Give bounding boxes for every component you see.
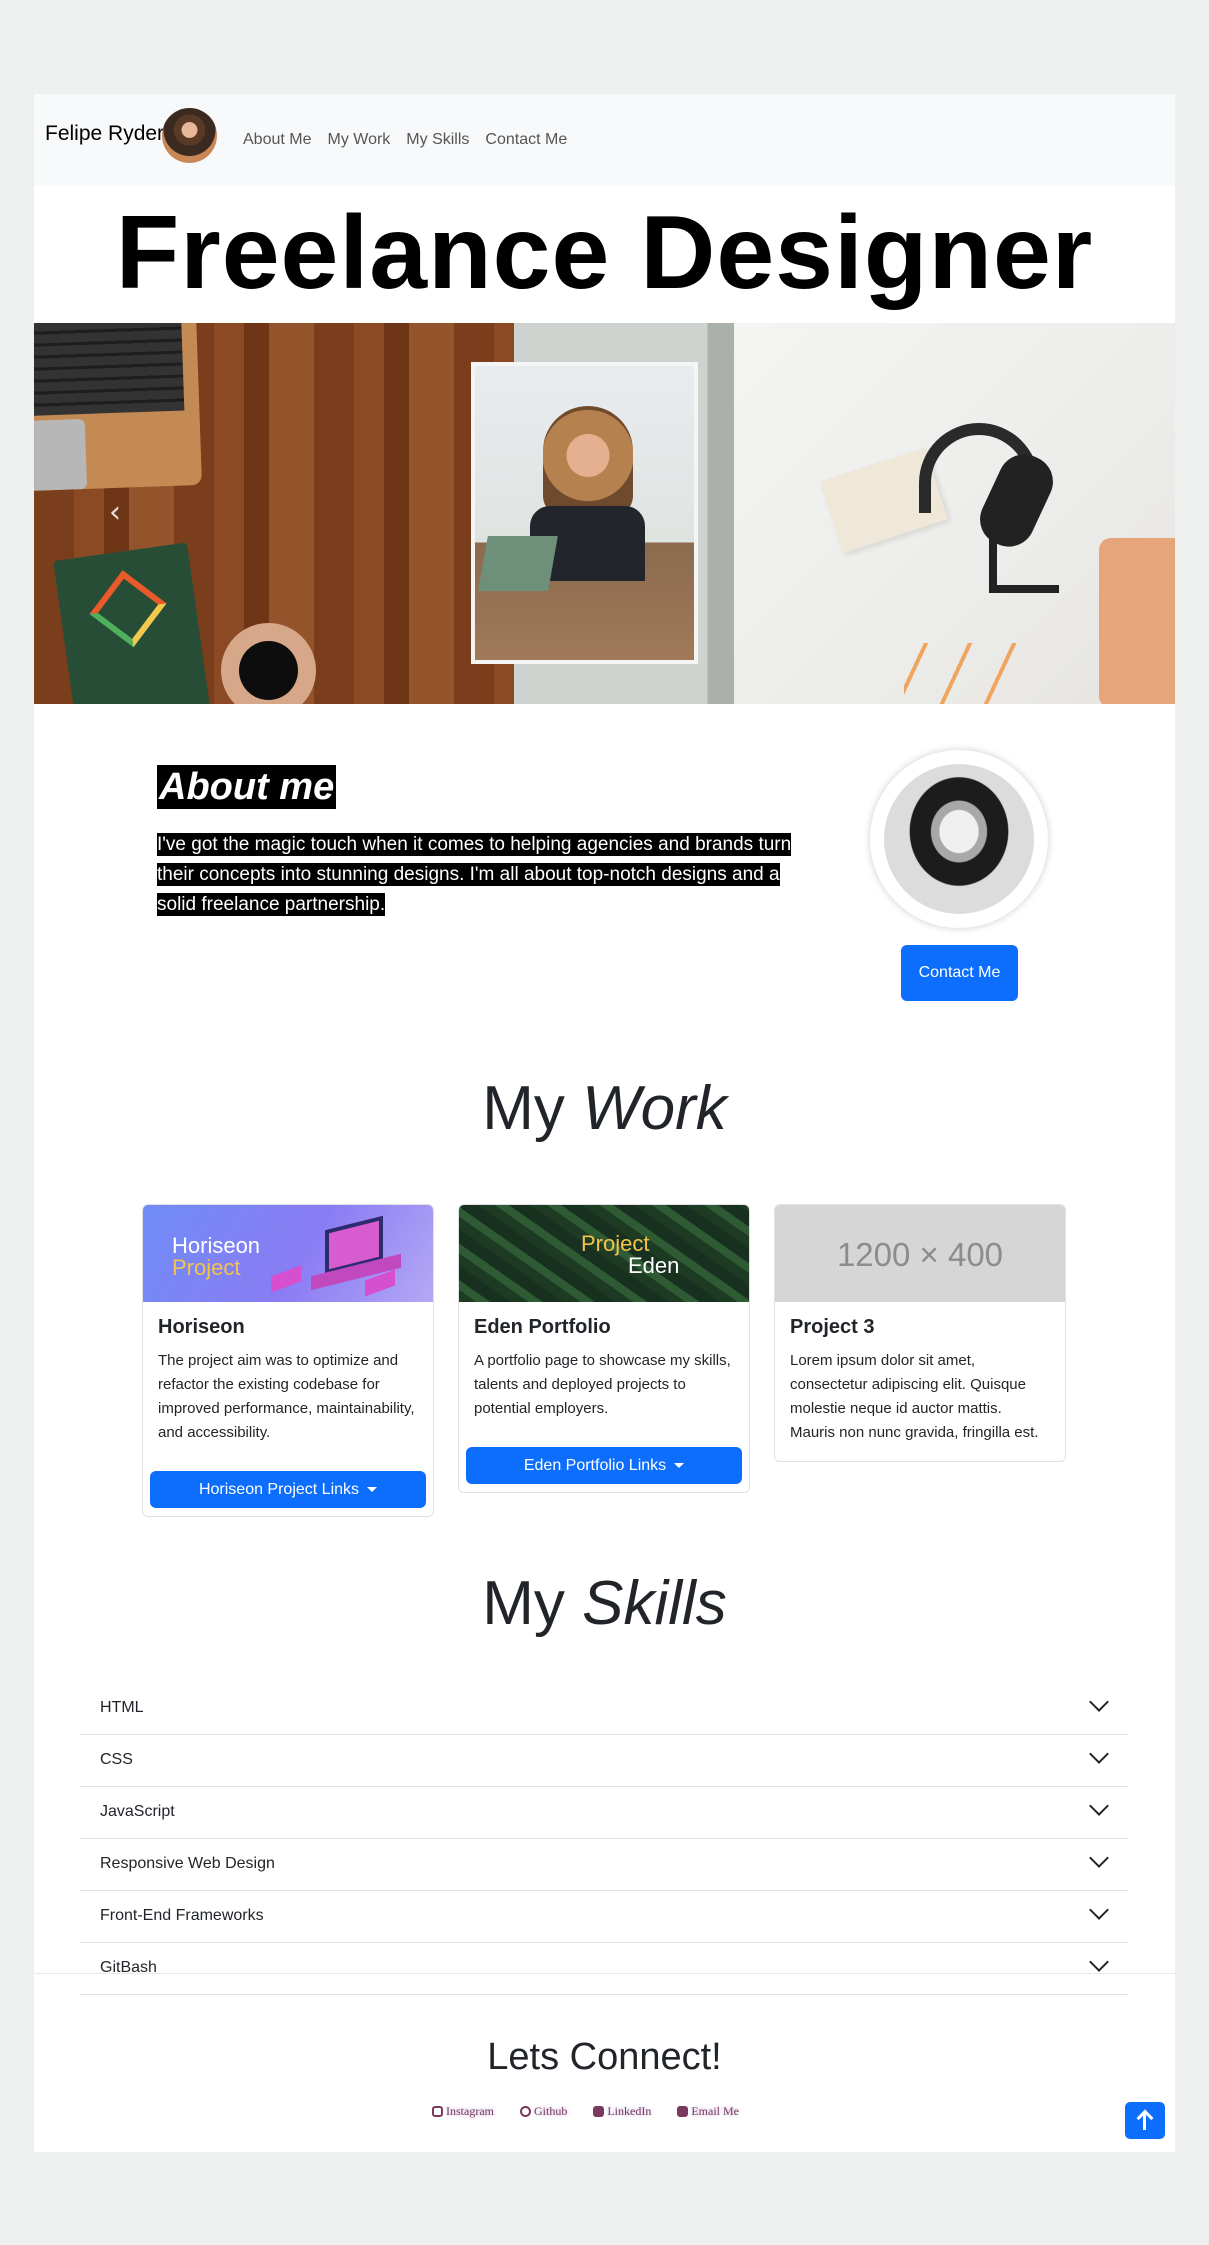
- skills-accordion: HTML CSS JavaScript Responsive Web Desig…: [80, 1683, 1128, 1995]
- envelope-icon: [677, 2106, 689, 2117]
- eden-card-image: Project Eden: [459, 1205, 749, 1302]
- hero-title: Freelance Designer: [115, 195, 1094, 311]
- laptop-image: [34, 323, 203, 492]
- connect-title: Lets Connect!: [487, 2036, 722, 2078]
- linkedin-icon: [593, 2106, 605, 2117]
- accordion-label: Responsive Web Design: [100, 1855, 275, 1872]
- horiseon-image-label-1: Horiseon: [172, 1233, 261, 1258]
- email-link[interactable]: Email Me: [677, 2104, 739, 2119]
- chevron-left-icon[interactable]: ‹: [109, 495, 121, 530]
- eden-image-label-2: Eden: [628, 1253, 680, 1278]
- horiseon-links-button[interactable]: Horiseon Project Links: [150, 1471, 426, 1508]
- project-card-3: 1200 × 400 Project 3 Lorem ipsum dolor s…: [774, 1204, 1066, 1462]
- eden-links-button[interactable]: Eden Portfolio Links: [466, 1447, 742, 1484]
- linkedin-link[interactable]: LinkedIn: [593, 2104, 651, 2119]
- github-icon: [519, 2106, 531, 2117]
- nav-links: About Me My Work My Skills Contact Me: [243, 131, 567, 149]
- placeholder-label: 1200 × 400: [836, 1236, 1004, 1273]
- about-text-content: I've got the magic touch when it comes t…: [157, 833, 792, 916]
- carousel-desk-image: [34, 323, 514, 704]
- brand-name[interactable]: Felipe Ryder: [45, 122, 164, 146]
- accordion-item-javascript[interactable]: JavaScript: [80, 1787, 1128, 1839]
- instagram-link[interactable]: Instagram: [432, 2104, 494, 2119]
- accordion-item-front-end-frameworks[interactable]: Front-End Frameworks: [80, 1891, 1128, 1943]
- email-label: Email Me: [691, 2104, 739, 2118]
- skills-title-prefix: My: [482, 1569, 565, 1638]
- brand-avatar: [162, 108, 217, 163]
- card-body: Eden Portfolio A portfolio page to showc…: [459, 1302, 749, 1421]
- card-text: The project aim was to optimize and refa…: [158, 1352, 415, 1441]
- chevron-down-icon: [1089, 1952, 1109, 1972]
- instagram-icon: [432, 2106, 443, 2117]
- eden-image-label-1: Project: [581, 1231, 650, 1256]
- caret-down-icon: [674, 1463, 685, 1469]
- hero-carousel: ‹: [34, 323, 1175, 704]
- card-body: Horiseon The project aim was to optimize…: [143, 1302, 433, 1445]
- linkedin-label: LinkedIn: [607, 2104, 652, 2118]
- github-link[interactable]: Github: [519, 2104, 568, 2119]
- card-title: Eden Portfolio: [474, 1316, 611, 1338]
- designer-photo: [471, 362, 698, 664]
- social-links: Instagram Github LinkedIn Email Me: [432, 2104, 739, 2119]
- profile-image: [884, 764, 1034, 914]
- nav-link-contact-me[interactable]: Contact Me: [485, 131, 567, 149]
- accordion-label: CSS: [100, 1751, 133, 1768]
- book-image: [53, 542, 210, 704]
- accordion-label: GitBash: [100, 1959, 157, 1976]
- chevron-down-icon: [1089, 1900, 1109, 1920]
- chevron-down-icon: [1089, 1744, 1109, 1764]
- work-title: My Work: [34, 1073, 1175, 1144]
- accordion-item-gitbash[interactable]: GitBash: [80, 1943, 1128, 1995]
- card-text: Lorem ipsum dolor sit amet, consectetur …: [790, 1352, 1039, 1441]
- accordion-label: JavaScript: [100, 1803, 175, 1820]
- carousel-studio-image: [734, 323, 1175, 704]
- card-body: Project 3 Lorem ipsum dolor sit amet, co…: [775, 1302, 1065, 1461]
- caret-down-icon: [367, 1487, 378, 1493]
- card-title: Horiseon: [158, 1316, 245, 1338]
- chevron-down-icon: [1089, 1796, 1109, 1816]
- skills-title: My Skills: [34, 1568, 1175, 1639]
- project3-placeholder-image: 1200 × 400: [775, 1205, 1065, 1302]
- footer-divider: [34, 1973, 1175, 1974]
- instagram-label: Instagram: [446, 2104, 494, 2118]
- about-title: About me: [157, 765, 337, 809]
- work-title-emphasis: Work: [582, 1074, 727, 1143]
- accordion-label: Front-End Frameworks: [100, 1907, 264, 1924]
- skills-title-emphasis: Skills: [582, 1569, 727, 1638]
- nav-link-about-me[interactable]: About Me: [243, 131, 311, 149]
- nav-link-my-skills[interactable]: My Skills: [406, 131, 469, 149]
- project-card-eden: Project Eden Eden Portfolio A portfolio …: [458, 1204, 750, 1493]
- card-text: A portfolio page to showcase my skills, …: [474, 1352, 731, 1417]
- github-label: Github: [533, 2104, 568, 2118]
- chevron-down-icon: [1089, 1692, 1109, 1712]
- page-container: Felipe Ryder About Me My Work My Skills …: [34, 94, 1175, 2152]
- eden-links-label: Eden Portfolio Links: [523, 1457, 667, 1474]
- accordion-item-css[interactable]: CSS: [80, 1735, 1128, 1787]
- nav-link-my-work[interactable]: My Work: [327, 131, 390, 149]
- coffee-mug-image: [221, 623, 316, 704]
- about-text: I've got the magic touch when it comes t…: [157, 830, 817, 920]
- back-to-top-button[interactable]: [1125, 2102, 1165, 2139]
- profile-picture: [870, 750, 1048, 928]
- horiseon-image-label-2: Project: [172, 1255, 241, 1280]
- horiseon-card-image: Horiseon Project: [143, 1205, 433, 1302]
- horiseon-links-label: Horiseon Project Links: [198, 1481, 360, 1498]
- navbar: Felipe Ryder About Me My Work My Skills …: [34, 94, 1175, 186]
- accordion-item-html[interactable]: HTML: [80, 1683, 1128, 1735]
- card-title: Project 3: [790, 1316, 875, 1338]
- accordion-item-responsive-web-design[interactable]: Responsive Web Design: [80, 1839, 1128, 1891]
- project-card-horiseon: Horiseon Project Horiseon The project ai…: [142, 1204, 434, 1517]
- contact-me-button[interactable]: Contact Me: [901, 945, 1018, 1001]
- accordion-label: HTML: [100, 1699, 144, 1716]
- chevron-down-icon: [1089, 1848, 1109, 1868]
- work-title-prefix: My: [482, 1074, 565, 1143]
